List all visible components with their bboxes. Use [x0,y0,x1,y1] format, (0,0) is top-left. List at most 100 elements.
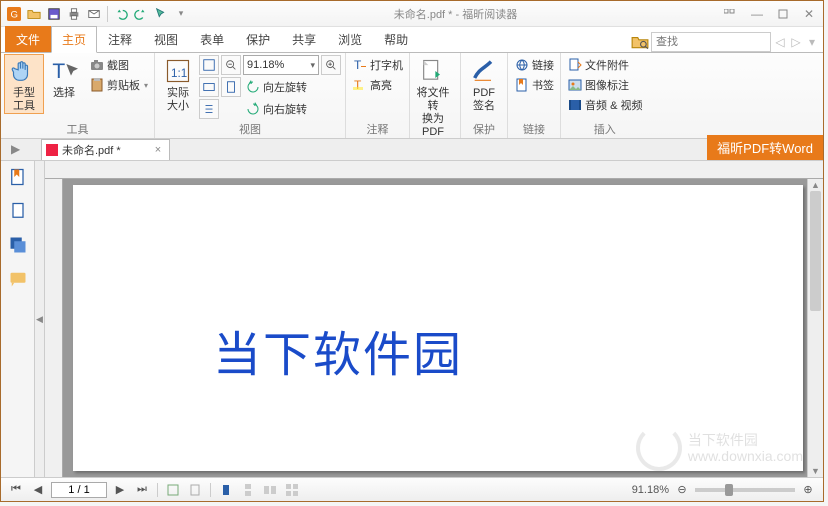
tab-file[interactable]: 文件 [5,26,51,52]
bookmark-icon [514,77,530,93]
email-icon[interactable] [85,5,103,23]
zoom-out-button[interactable] [221,55,241,75]
typewriter-button[interactable]: T打字机 [350,55,405,75]
typewriter-icon: T [352,57,368,73]
select-text-icon: T [50,57,78,85]
rotate-left-button[interactable]: 向左旋转 [243,77,309,97]
ribbon-tabbar: 文件 主页 注释 视图 表单 保护 共享 浏览 帮助 ◁ ▷ ▾ [1,27,823,53]
redo-icon[interactable] [132,5,150,23]
zoom-combo[interactable]: 91.18%▾ [243,55,319,75]
single-page-icon[interactable] [217,482,235,498]
group-label-tools: 工具 [5,120,150,138]
search-next-icon[interactable]: ▷ [789,35,803,49]
group-label-insert: 插入 [565,120,644,138]
page-layout-icon[interactable] [164,482,182,498]
tab-annot[interactable]: 注释 [97,26,143,52]
layers-panel-icon[interactable] [8,235,28,255]
ribbon-collapse-icon[interactable]: ▾ [805,35,819,49]
group-label-protect: 保护 [465,120,503,138]
tab-form[interactable]: 表单 [189,26,235,52]
fit-visible-button[interactable] [221,77,241,97]
document-tabbar: ▶ 未命名.pdf * × 福昕PDF转Word [1,139,823,161]
start-view-icon[interactable]: ▶ [11,142,27,158]
undo-icon[interactable] [112,5,130,23]
attachment-button[interactable]: 文件附件 [565,55,644,75]
pdf-to-word-button[interactable]: 福昕PDF转Word [707,135,823,160]
continuous-facing-icon[interactable] [283,482,301,498]
link-button[interactable]: 链接 [512,55,556,75]
navigation-panel [1,161,35,477]
last-page-icon[interactable]: ⏭ [133,482,151,498]
collapse-panel-button[interactable]: ◀ [35,161,45,477]
open-icon[interactable] [25,5,43,23]
select-tool-button[interactable]: T 选择 [45,55,83,100]
zoom-readout: 91.18% [632,484,669,496]
actual-size-icon: 1:1 [164,57,192,85]
save-icon[interactable] [45,5,63,23]
rotate-left-icon [245,79,261,95]
bookmarks-panel-icon[interactable] [8,167,28,187]
camera-icon [89,57,105,73]
first-page-icon[interactable]: ⏮ [7,482,25,498]
clipboard-icon [89,77,105,93]
pdf-page[interactable]: 当下软件园 [73,185,803,471]
rotate-right-button[interactable]: 向右旋转 [243,99,309,119]
comments-panel-icon[interactable] [8,269,28,289]
image-icon [567,77,583,93]
pdf-sign-button[interactable]: PDF签名 [465,55,503,113]
zoom-in-button[interactable] [321,55,341,75]
fit-width-button[interactable] [199,77,219,97]
tab-protect[interactable]: 保护 [235,26,281,52]
search-input[interactable] [651,32,771,52]
scrollbar-thumb[interactable] [810,191,821,311]
page-text-content: 当下软件园 [213,315,463,385]
qat-more-icon[interactable]: ▾ [172,5,190,23]
close-tab-icon[interactable]: × [155,144,161,156]
print-icon[interactable] [65,5,83,23]
ribbon-options-icon[interactable] [721,7,741,21]
hand-tool-button[interactable]: 手型工具 [5,55,43,113]
highlight-button[interactable]: T高亮 [350,75,405,95]
pages-panel-icon[interactable] [8,201,28,221]
minimize-icon[interactable]: — [747,7,767,21]
window-title: 未命名.pdf * - 福昕阅读器 [190,6,721,22]
cursor-mode-icon[interactable] [152,5,170,23]
facing-icon[interactable] [261,482,279,498]
zoom-out-status-icon[interactable]: ⊖ [673,482,691,498]
document-tab[interactable]: 未命名.pdf * × [41,139,170,160]
continuous-icon[interactable] [239,482,257,498]
reflow-button[interactable] [199,99,219,119]
page-number-input[interactable] [51,482,107,498]
next-page-icon[interactable]: ▶ [111,482,129,498]
app-logo-icon: G [5,5,23,23]
fit-page-button[interactable] [199,55,219,75]
tab-share[interactable]: 共享 [281,26,327,52]
scroll-up-icon[interactable]: ▲ [808,179,823,191]
pen-sign-icon [470,57,498,85]
image-annot-button[interactable]: 图像标注 [565,75,644,95]
convert-to-pdf-button[interactable]: 将文件转换为PDF [414,55,452,139]
search-folder-icon[interactable] [631,33,649,51]
zoom-slider-knob[interactable] [725,484,733,496]
maximize-icon[interactable] [773,7,793,21]
bookmark-button[interactable]: 书签 [512,75,556,95]
snapshot-button[interactable]: 截图 [87,55,150,75]
vertical-ruler [45,179,63,477]
vertical-scrollbar[interactable]: ▲ ▼ [807,179,823,477]
reading-mode-icon[interactable] [186,482,204,498]
tab-view[interactable]: 视图 [143,26,189,52]
actual-size-button[interactable]: 1:1 实际大小 [159,55,197,113]
ribbon-group-protect: PDF签名 保护 [461,53,508,138]
scroll-down-icon[interactable]: ▼ [808,465,823,477]
tab-help[interactable]: 帮助 [373,26,419,52]
audio-video-button[interactable]: 音频 & 视频 [565,95,644,115]
search-prev-icon[interactable]: ◁ [773,35,787,49]
prev-page-icon[interactable]: ◀ [29,482,47,498]
quick-access-toolbar: G ▾ 未命名.pdf * - 福昕阅读器 — ✕ [1,1,823,27]
tab-browse[interactable]: 浏览 [327,26,373,52]
clipboard-button[interactable]: 剪贴板▾ [87,75,150,95]
close-icon[interactable]: ✕ [799,7,819,21]
zoom-slider[interactable] [695,488,795,492]
tab-home[interactable]: 主页 [51,26,97,53]
zoom-in-status-icon[interactable]: ⊕ [799,482,817,498]
